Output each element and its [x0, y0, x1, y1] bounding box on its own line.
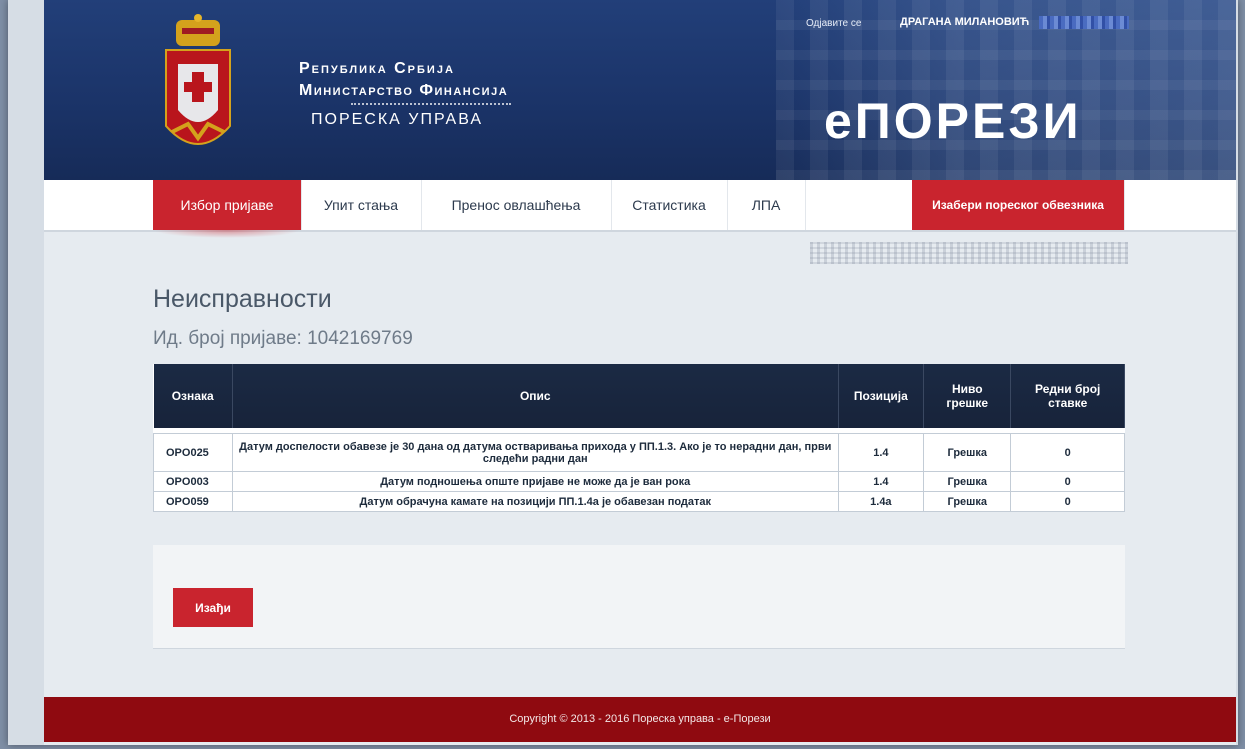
eporezi-logo: еПОРЕЗИ: [824, 93, 1082, 149]
cell-code: OPO003: [153, 471, 233, 492]
table-row: OPO025 Датум доспелости обавезе је 30 да…: [153, 433, 1125, 472]
cell-position: 1.4: [837, 471, 925, 492]
coat-of-arms-icon: [165, 14, 231, 145]
header-opis: Опис: [232, 364, 839, 428]
exit-button[interactable]: Изађи: [173, 588, 253, 627]
cell-description: Датум доспелости обавезе је 30 дана од д…: [231, 433, 839, 472]
cell-position: 1.4а: [837, 491, 925, 512]
footer: Copyright © 2013 - 2016 Пореска управа -…: [44, 697, 1236, 742]
redacted-id: [1039, 16, 1129, 29]
site-header: Република Србија Министарство Финансија …: [44, 0, 1236, 180]
nav-item-prenos-ovlascenja[interactable]: Пренос овлашћења: [421, 180, 612, 230]
ministry-text: Република Србија Министарство Финансија …: [299, 60, 511, 129]
select-taxpayer-button[interactable]: Изабери пореског обвезника: [912, 180, 1125, 230]
ministry-line-3: ПОРЕСКА УПРАВА: [311, 111, 484, 128]
subtitle-value: 1042169769: [307, 328, 413, 349]
cell-index: 0: [1010, 471, 1125, 492]
cell-code: OPO059: [153, 491, 233, 512]
dotted-divider: [351, 103, 511, 105]
cell-level: Грешка: [923, 471, 1012, 492]
user-name: ДРАГАНА МИЛАНОВИЋ: [900, 16, 1030, 28]
table-row: OPO059 Датум обрачуна камате на позицији…: [153, 491, 1125, 512]
cell-level: Грешка: [923, 433, 1012, 472]
header-nivo-greske: Ниво грешке: [923, 364, 1012, 428]
logout-link[interactable]: Одјавите се: [806, 18, 861, 29]
cell-level: Грешка: [923, 491, 1012, 512]
ministry-line-2: Министарство Финансија: [299, 82, 509, 99]
ministry-line-1: Република Србија: [299, 60, 455, 77]
cell-description: Датум подношења опште пријаве не може да…: [231, 471, 839, 492]
nav-item-upit-stanja[interactable]: Упит стања: [301, 180, 422, 230]
nav-item-statistika[interactable]: Статистика: [611, 180, 728, 230]
cell-position: 1.4: [837, 433, 925, 472]
cell-index: 0: [1010, 491, 1125, 512]
cell-description: Датум обрачуна камате на позицији ПП.1.4…: [231, 491, 839, 512]
nav-item-lpa[interactable]: ЛПА: [727, 180, 806, 230]
table-header-row: Ознака Опис Позиција Ниво грешке Редни б…: [153, 364, 1125, 428]
table-row: OPO003 Датум подношења опште пријаве не …: [153, 471, 1125, 492]
page: Република Србија Министарство Финансија …: [44, 0, 1236, 745]
browser-frame: Република Србија Министарство Финансија …: [8, 0, 1238, 745]
subtitle-label: Ид. број пријаве:: [153, 328, 302, 349]
active-tab-indicator: [153, 230, 301, 238]
actions-panel: Изађи: [153, 545, 1125, 649]
page-title: Неисправности: [153, 285, 332, 313]
cell-index: 0: [1010, 433, 1125, 472]
page-subtitle: Ид. број пријаве: 1042169769: [153, 328, 413, 350]
errors-table: Ознака Опис Позиција Ниво грешке Редни б…: [153, 364, 1125, 512]
header-oznaka: Ознака: [153, 364, 233, 428]
redacted-info: [810, 242, 1128, 264]
header-pozicija: Позиција: [838, 364, 925, 428]
main-nav: Избор пријаве Упит стања Пренос овлашћењ…: [44, 180, 1236, 232]
nav-item-izbor-prijave[interactable]: Избор пријаве: [153, 180, 302, 230]
header-redni-broj: Редни број ставке: [1010, 364, 1125, 428]
cell-code: OPO025: [153, 433, 233, 472]
